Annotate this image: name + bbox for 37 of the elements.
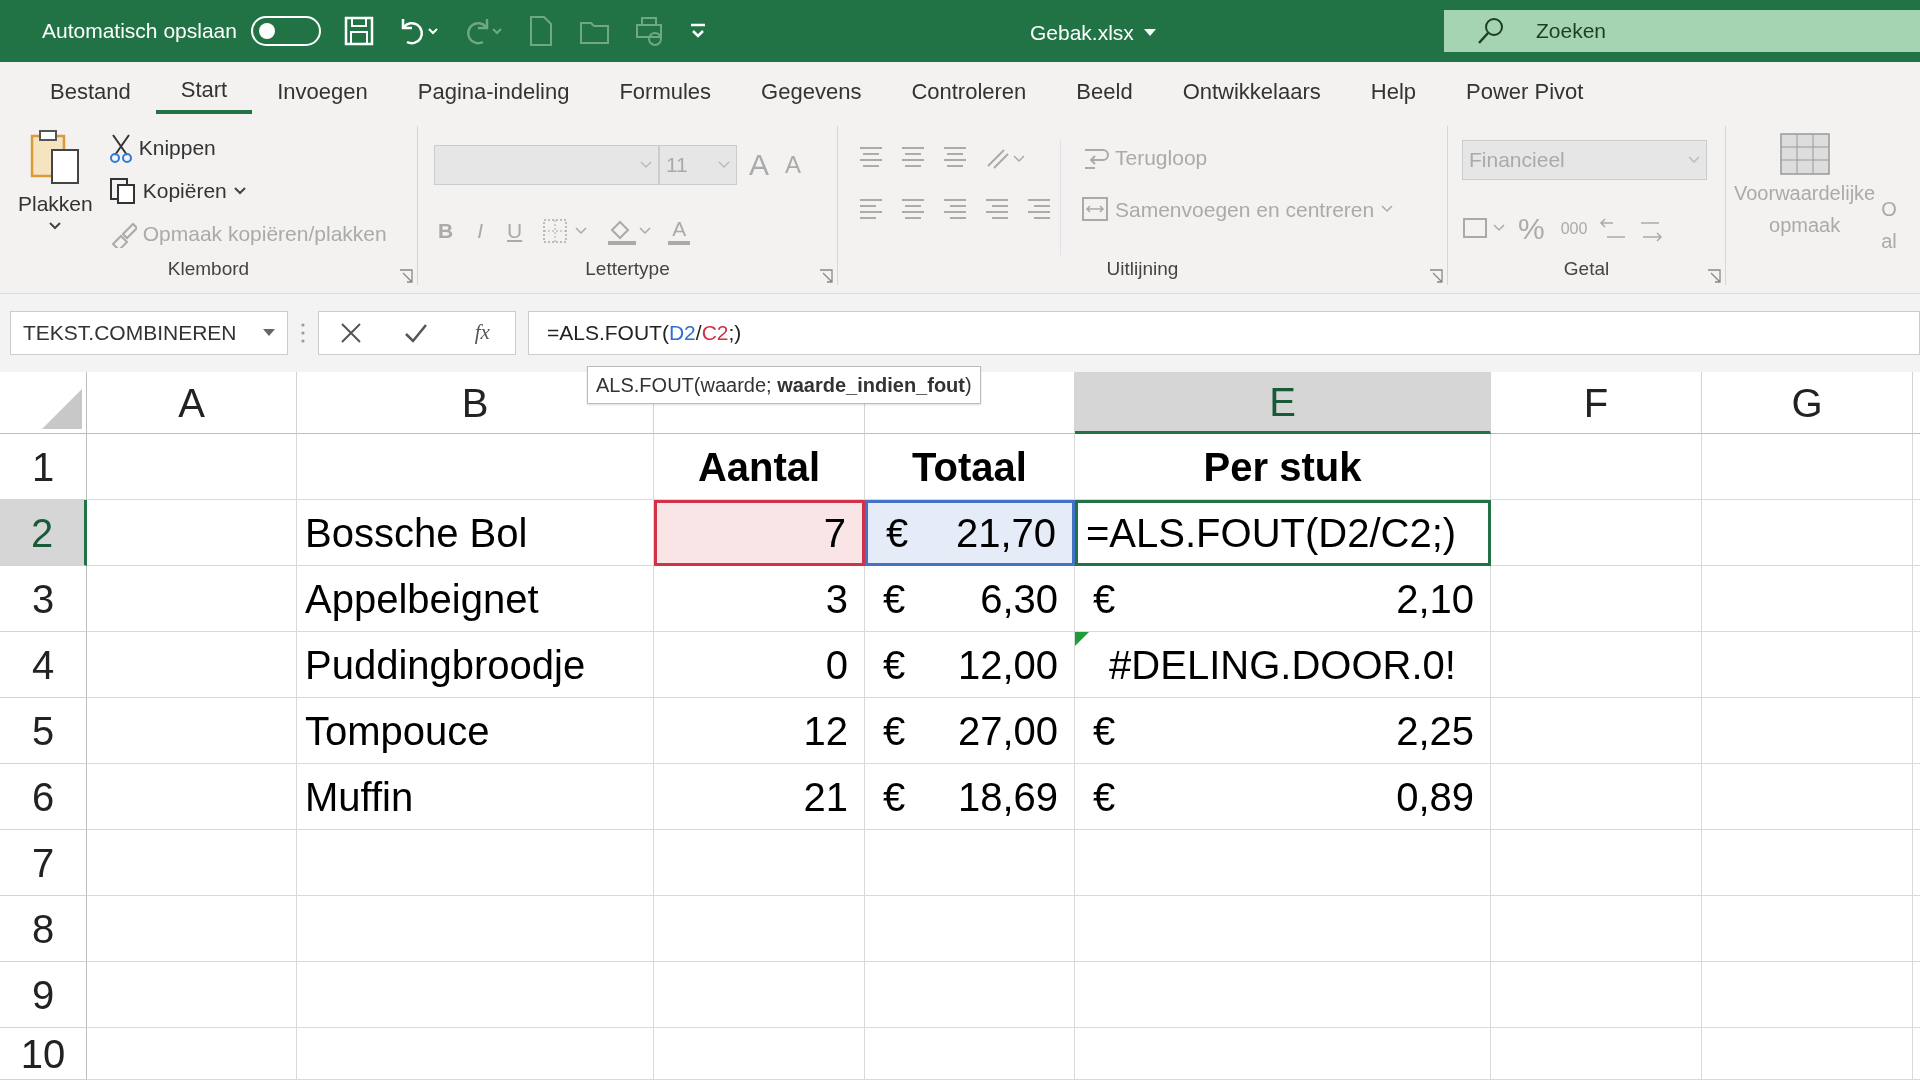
cell-value: 2,10 xyxy=(1396,575,1474,623)
cell-value: 2,25 xyxy=(1396,707,1474,755)
cell-value: 21,70 xyxy=(955,510,1056,557)
cell-value: 0,89 xyxy=(1396,773,1474,821)
cell-value: #DELING.DOOR.0! xyxy=(1109,641,1456,689)
table-cell: Totaal xyxy=(865,434,1075,500)
table-cell: Bossche Bol xyxy=(297,500,654,566)
autosave-label: Automatisch opslaan xyxy=(42,18,237,45)
table-cell: Tompouce xyxy=(297,698,654,764)
table-cell: Per stuk xyxy=(1075,434,1491,500)
table-cell: Appelbeignet xyxy=(297,566,654,632)
group-label: Uitlijning xyxy=(1106,257,1179,281)
table-cell: Puddingbroodje xyxy=(297,632,654,698)
table-cell: Muffin xyxy=(297,764,654,830)
table-cell: 21 xyxy=(654,764,865,830)
file-name: Gebak.xlsx xyxy=(1030,20,1134,46)
group-label: Klembord xyxy=(167,257,250,281)
group-label: Lettertype xyxy=(585,257,670,281)
group-label: Getal xyxy=(1563,257,1610,281)
table-cell: 0 xyxy=(654,632,865,698)
table-cell: 7 xyxy=(654,500,865,566)
table-cell: Aantal xyxy=(654,434,865,500)
currency-symbol: € xyxy=(1093,707,1116,755)
cell-value: 6,30 xyxy=(980,575,1058,623)
currency-symbol: € xyxy=(1093,575,1116,623)
currency-symbol: € xyxy=(883,773,906,821)
currency-symbol: € xyxy=(883,707,906,755)
table-cell: 3 xyxy=(654,566,865,632)
currency-symbol: € xyxy=(883,641,906,689)
currency-symbol: € xyxy=(883,575,906,623)
table-cell: 12 xyxy=(654,698,865,764)
currency-symbol: € xyxy=(886,510,909,557)
cell-value: 27,00 xyxy=(957,707,1058,755)
function-tooltip: ALS.FOUT(waarde; waarde_indien_fout) xyxy=(587,366,981,404)
currency-symbol: € xyxy=(1093,773,1116,821)
cell-value: 12,00 xyxy=(957,641,1058,689)
cell-value: 18,69 xyxy=(957,773,1058,821)
